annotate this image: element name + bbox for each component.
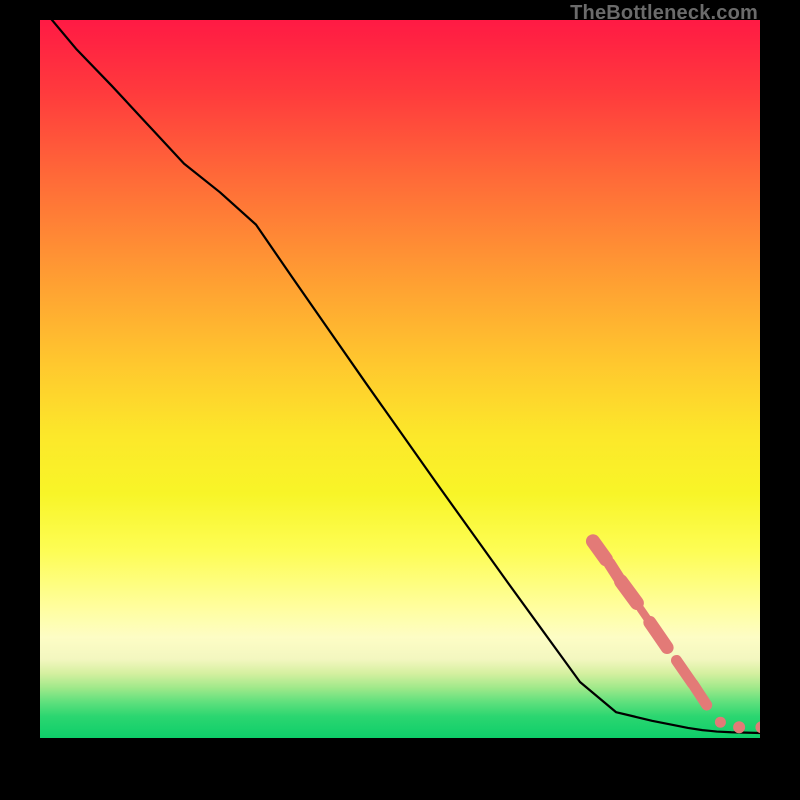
chart-marker [621, 581, 637, 603]
chart-marker [733, 721, 745, 733]
chart-plot-area [40, 20, 760, 738]
chart-marker [650, 622, 667, 647]
chart-marker [755, 721, 760, 733]
chart-marker [693, 684, 707, 705]
chart-marker [593, 541, 606, 559]
chart-marker [715, 717, 726, 728]
chart-overlay [40, 20, 760, 738]
